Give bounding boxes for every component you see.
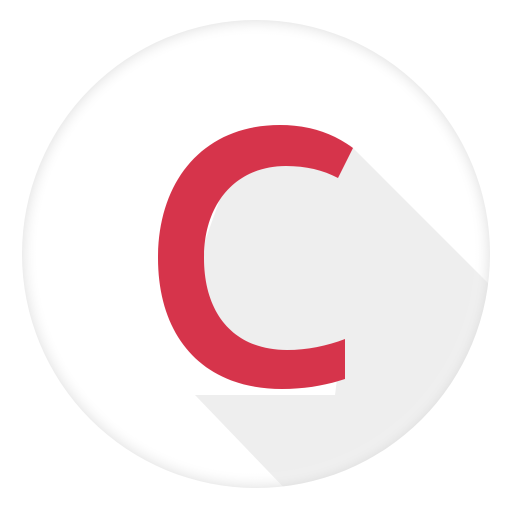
app-icon-graphic bbox=[22, 20, 490, 488]
circle-edge-shade bbox=[22, 20, 490, 488]
app-icon bbox=[0, 0, 512, 512]
